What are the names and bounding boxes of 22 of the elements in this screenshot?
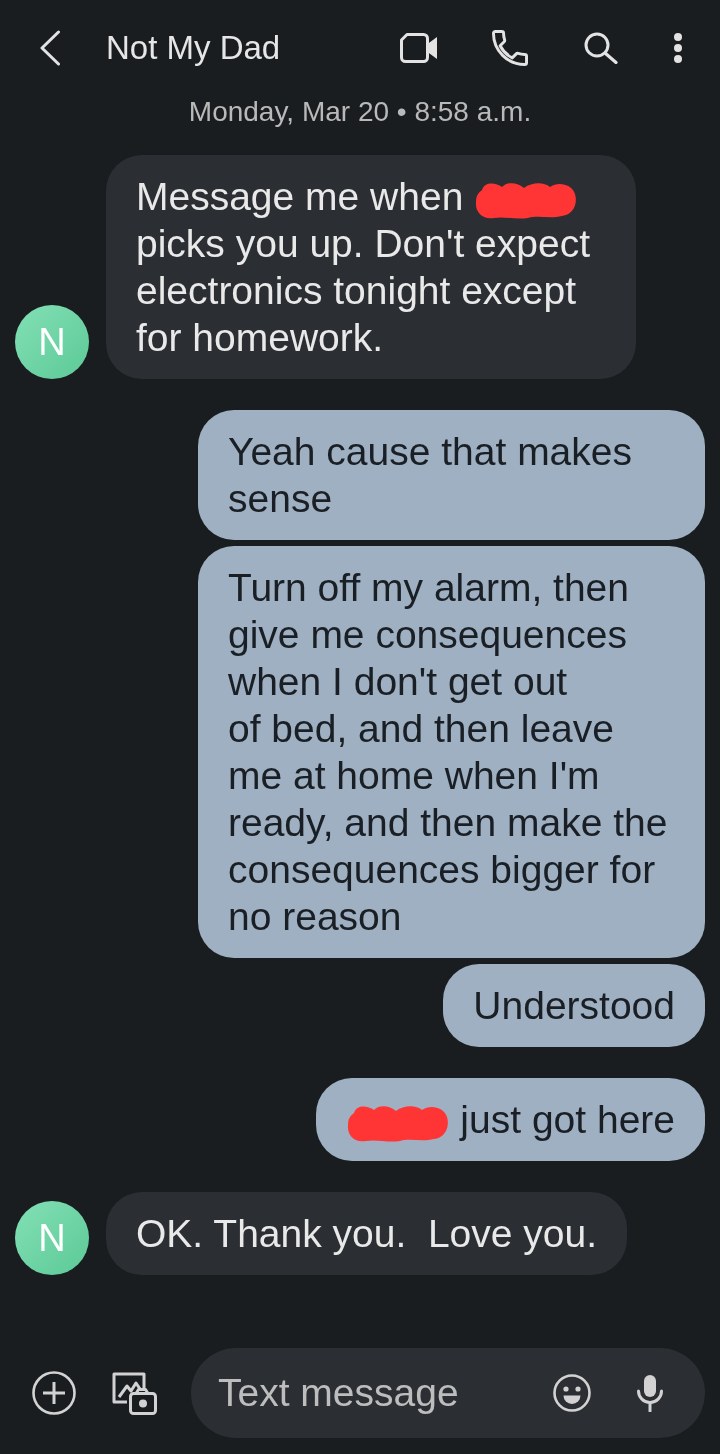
message-text: Yeah cause that makes sense (228, 430, 633, 520)
contact-name: Not My Dad (106, 28, 281, 68)
more-options-icon[interactable] (672, 32, 684, 64)
contact-avatar[interactable]: N (15, 305, 89, 379)
message-text: picks you up. Don't expect electronics tonight except for homework. (136, 222, 592, 359)
smiley-icon[interactable] (553, 1374, 591, 1412)
contact-avatar[interactable]: N (15, 1201, 89, 1275)
message-text: OK. Thank you. Love you. (136, 1212, 598, 1255)
message-text: Message me when (136, 175, 464, 218)
composer-bar[interactable]: Text message (191, 1348, 705, 1438)
microphone-icon[interactable] (636, 1374, 664, 1412)
message-text: Understood (473, 984, 675, 1027)
message-text: just got here (460, 1098, 675, 1141)
image-camera-icon[interactable] (111, 1371, 157, 1415)
message-input[interactable]: Text message (218, 1367, 553, 1419)
phone-icon[interactable] (492, 30, 528, 66)
message-text: Turn off my alarm, then give me consequences when I don't get out of bed, and then leave me at home when I'm ready, and then make the consequences bigger for no reason (228, 566, 669, 938)
plus-icon[interactable] (32, 1371, 76, 1415)
search-icon[interactable] (584, 32, 618, 64)
date-time-label: Monday, Mar 20 • 8:58 a.m. (188, 96, 532, 128)
video-camera-icon[interactable] (400, 33, 438, 63)
back-icon[interactable] (39, 30, 61, 66)
